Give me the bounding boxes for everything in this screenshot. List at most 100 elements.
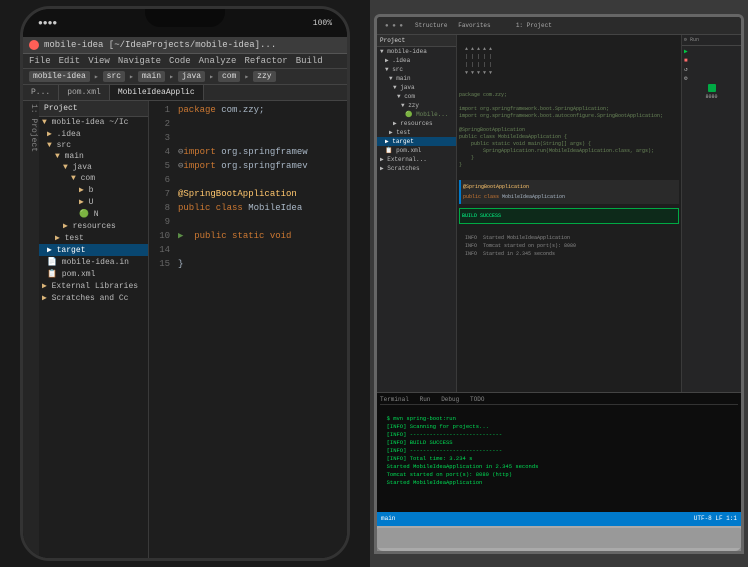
code-line-6 (178, 173, 343, 187)
stop-icon[interactable]: ■ (684, 57, 739, 64)
tree-pom[interactable]: 📋 pom.xml (39, 268, 148, 280)
menu-navigate[interactable]: Navigate (118, 56, 161, 66)
menu-analyze[interactable]: Analyze (199, 56, 237, 66)
laptop-code-container: ▲ ▲ ▲ ▲ ▲ | | | | | | | | | | ▼ ▼ ▼ ▼ ▼ … (459, 37, 679, 390)
laptop-tree-scratches[interactable]: ▶ Scratches (377, 164, 456, 173)
terminal-output: $ mvn spring-boot:run [INFO] Scanning fo… (380, 407, 738, 495)
folder-icon: ▼ (42, 118, 52, 127)
tree-java[interactable]: ▼ java (39, 162, 148, 173)
folder-icon: ▶ (55, 234, 65, 243)
folder-icon: ▼ (47, 141, 57, 150)
code-line-9 (178, 215, 343, 229)
tree-mobile-in[interactable]: 📄 mobile-idea.in (39, 256, 148, 268)
laptop-tree-item[interactable]: ▶ .idea (377, 56, 456, 65)
phone-notch (145, 9, 225, 27)
ide-title-bar: mobile-idea [~/IdeaProjects/mobile-idea]… (23, 37, 347, 54)
folder-icon: ▶ (79, 198, 89, 207)
ide-menu-bar: File Edit View Navigate Code Analyze Ref… (23, 54, 347, 69)
folder-icon: ▶ (47, 246, 57, 255)
tree-resources[interactable]: ▶ resources (39, 220, 148, 232)
code-line-1: package com.zzy; (178, 103, 343, 117)
toolbar-main[interactable]: main (138, 71, 165, 82)
port-label: 8080 (684, 94, 739, 100)
folder-icon: ▶ (42, 294, 52, 303)
menu-build[interactable]: Build (296, 56, 323, 66)
battery-status: 100% (313, 19, 332, 28)
toolbar-com[interactable]: com (218, 71, 240, 82)
laptop-status-bar: main UTF-8 LF 1:1 (377, 512, 741, 526)
tab-main-class[interactable]: MobileIdeaApplic (110, 85, 204, 100)
code-content[interactable]: package com.zzy; ⊖import org.springframe… (174, 101, 347, 558)
menu-edit[interactable]: Edit (59, 56, 81, 66)
laptop-tree-item[interactable]: ▼ main (377, 74, 456, 83)
laptop-tree-item[interactable]: 🟢 Mobile... (377, 110, 456, 119)
menu-file[interactable]: File (29, 56, 51, 66)
toolbar-mobile-idea[interactable]: mobile-idea (29, 71, 90, 82)
tab-project[interactable]: P... (23, 85, 59, 100)
laptop-panel-labels: Structure Favorites 1: Project (415, 22, 552, 29)
code-line-3 (178, 131, 343, 145)
status-icons: ●●●● (38, 19, 57, 28)
tree-root[interactable]: ▼ mobile-idea ~/Ic (39, 117, 148, 128)
ide-main-area: 1: Project Project ▼ mobile-idea ~/Ic ▶ … (23, 101, 347, 558)
tree-n[interactable]: 🟢 N (39, 208, 148, 220)
green-status-block (708, 84, 716, 92)
toolbar-zzy[interactable]: zzy (253, 71, 275, 82)
laptop-sidebar-header: Project (377, 35, 456, 47)
settings-icon[interactable]: ⚙ (684, 75, 739, 82)
laptop-ide: ● ● ● Structure Favorites 1: Project Pro… (377, 17, 741, 526)
tree-scratches[interactable]: ▶ Scratches and Cc (39, 292, 148, 304)
tree-ext-libs[interactable]: ▶ External Libraries (39, 280, 148, 292)
toolbar-src[interactable]: src (103, 71, 125, 82)
status-branch: main (381, 515, 395, 522)
laptop-timestamps: INFO Started MobileIdeaApplication INFO … (459, 226, 679, 266)
laptop-tree-item[interactable]: 📋 pom.xml (377, 146, 456, 155)
ide-tabs: P... pom.xml MobileIdeaApplic (23, 85, 347, 101)
ide-toolbar: mobile-idea ▸ src ▸ main ▸ java ▸ com ▸ … (23, 69, 347, 85)
laptop-tree-item[interactable]: ▼ com (377, 92, 456, 101)
code-line-8: public class MobileIdea (178, 201, 343, 215)
code-line-7: @SpringBootApplication (178, 187, 343, 201)
laptop-tree-target[interactable]: ▶ target (377, 137, 456, 146)
menu-code[interactable]: Code (169, 56, 191, 66)
laptop-tree-ext[interactable]: ▶ External... (377, 155, 456, 164)
phone-device: ●●●● 100% mobile-idea [~/IdeaProjects/mo… (0, 0, 370, 567)
laptop-screen: ● ● ● Structure Favorites 1: Project Pro… (377, 17, 741, 526)
menu-view[interactable]: View (88, 56, 110, 66)
tree-com[interactable]: ▼ com (39, 173, 148, 184)
laptop-close-dots: ● ● ● (385, 22, 403, 29)
tab-pom[interactable]: pom.xml (59, 85, 110, 100)
laptop-tree-item[interactable]: ▶ test (377, 128, 456, 137)
laptop-tree-item[interactable]: ▼ java (377, 83, 456, 92)
folder-icon: ▶ (47, 130, 57, 139)
laptop-right-header: ⚙ Run (682, 35, 741, 46)
ide-title: mobile-idea [~/IdeaProjects/mobile-idea]… (44, 40, 276, 50)
menu-refactor[interactable]: Refactor (244, 56, 287, 66)
code-editor: 1 2 3 4 5 6 7 8 9 10 14 15 (149, 101, 347, 558)
code-line-5: ⊖import org.springframev (178, 159, 343, 173)
laptop-tree-item[interactable]: ▼ src (377, 65, 456, 74)
code-line-10: ▶ public static void (178, 229, 343, 243)
tree-main[interactable]: ▼ main (39, 151, 148, 162)
tree-target[interactable]: ▶ target (39, 244, 148, 256)
tree-src[interactable]: ▼ src (39, 140, 148, 151)
tree-u[interactable]: ▶ U (39, 196, 148, 208)
laptop-code-content: ▲ ▲ ▲ ▲ ▲ | | | | | | | | | | ▼ ▼ ▼ ▼ ▼ … (459, 37, 679, 390)
folder-icon: ▼ (71, 174, 81, 183)
tree-idea[interactable]: ▶ .idea (39, 128, 148, 140)
close-button[interactable] (29, 40, 39, 50)
toolbar-java[interactable]: java (178, 71, 205, 82)
laptop-tree-item[interactable]: ▼ zzy (377, 101, 456, 110)
folder-icon: ▼ (63, 163, 73, 172)
tree-b[interactable]: ▶ b (39, 184, 148, 196)
laptop-terminal: Terminal Run Debug TODO $ mvn spring-boo… (377, 392, 741, 512)
project-panel-header: Project (39, 101, 148, 117)
laptop-code-area[interactable]: ▲ ▲ ▲ ▲ ▲ | | | | | | | | | | ▼ ▼ ▼ ▼ ▼ … (457, 35, 681, 392)
tree-test[interactable]: ▶ test (39, 232, 148, 244)
run-icon[interactable]: ▶ (684, 48, 739, 55)
project-panel: Project ▼ mobile-idea ~/Ic ▶ .idea ▼ src… (39, 101, 149, 558)
laptop-sidebar: Project ▼ mobile-idea ▶ .idea ▼ src ▼ ma… (377, 35, 457, 392)
restart-icon[interactable]: ↺ (684, 66, 739, 73)
laptop-tree-item[interactable]: ▶ resources (377, 119, 456, 128)
laptop-tree-item[interactable]: ▼ mobile-idea (377, 47, 456, 56)
